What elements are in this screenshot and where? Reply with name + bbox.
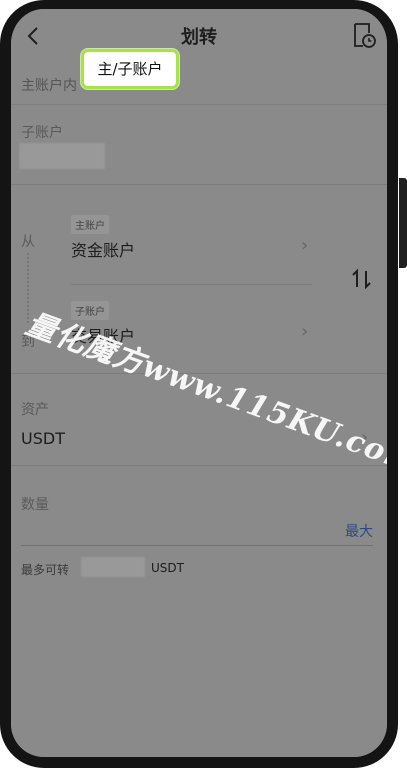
- from-account-name[interactable]: 资金账户: [71, 237, 135, 261]
- quantity-label: 数量: [21, 497, 49, 513]
- from-to-connector: [27, 253, 29, 323]
- account-divider: [71, 284, 312, 285]
- sub-account-value-redacted[interactable]: [19, 143, 105, 169]
- swap-icon[interactable]: [351, 267, 373, 291]
- from-label: 从: [21, 234, 35, 250]
- divider: [11, 465, 387, 466]
- tab-main-sub-account[interactable]: 主/子账户: [81, 49, 179, 89]
- asset-label: 资产: [21, 402, 49, 418]
- transfer-type-tabs: 主账户内: [11, 59, 387, 105]
- from-account-badge: 主账户: [71, 215, 109, 234]
- history-icon[interactable]: [351, 21, 377, 49]
- available-label: 最多可转: [21, 563, 70, 577]
- divider: [11, 184, 387, 185]
- available-unit: USDT: [151, 561, 184, 575]
- chevron-right-icon[interactable]: ›: [301, 235, 308, 256]
- top-bar: 划转: [11, 17, 387, 53]
- chevron-right-icon[interactable]: ›: [301, 321, 308, 342]
- max-button[interactable]: 最大: [345, 521, 373, 541]
- asset-selector[interactable]: USDT: [21, 429, 65, 448]
- phone-side-button: [399, 178, 407, 268]
- sub-account-label: 子账户: [21, 125, 63, 141]
- quantity-input-underline[interactable]: [21, 545, 373, 546]
- tab-main-account[interactable]: 主账户内: [21, 75, 77, 95]
- phone-frame: 划转 主账户内 子账户 从 到 主账户 资金账户 › 子账户 交易账户 › 资产…: [0, 0, 398, 768]
- page-title: 划转: [181, 27, 217, 48]
- available-amount-redacted: [81, 557, 145, 577]
